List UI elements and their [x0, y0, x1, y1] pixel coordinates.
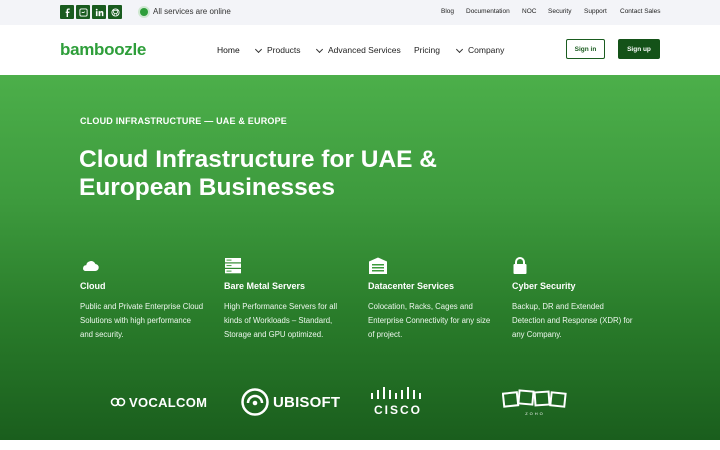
- feature-title: Cyber Security: [512, 281, 576, 291]
- feature-cloud[interactable]: Cloud Public and Private Enterprise Clou…: [80, 257, 205, 342]
- topbar-link-contact-sales[interactable]: Contact Sales: [620, 7, 660, 17]
- sign-up-button[interactable]: Sign up: [618, 39, 660, 59]
- nav-company[interactable]: Company: [468, 44, 504, 56]
- client-logos: VOCALCOM UBISOFT CISCO ZOHO: [0, 382, 720, 422]
- feature-description: Backup, DR and Extended Detection and Re…: [512, 302, 633, 339]
- topbar-link-security[interactable]: Security: [548, 7, 571, 17]
- twitter-icon[interactable]: [76, 5, 90, 19]
- utility-bar: All services are online Blog Documentati…: [0, 0, 720, 25]
- chevron-down-icon: [254, 45, 263, 54]
- vocalcom-logo: VOCALCOM: [110, 382, 207, 422]
- brand-logo[interactable]: bamboozle: [60, 40, 146, 60]
- feature-datacenter[interactable]: Datacenter Services Colocation, Racks, C…: [368, 257, 493, 342]
- feature-cyber-security[interactable]: Cyber Security Backup, DR and Extended D…: [512, 257, 637, 342]
- topbar-link-documentation[interactable]: Documentation: [466, 7, 510, 17]
- linkedin-icon[interactable]: [92, 5, 106, 19]
- hero-section: CLOUD INFRASTRUCTURE — UAE & EUROPE Clou…: [0, 75, 720, 440]
- nav-home[interactable]: Home: [217, 44, 240, 56]
- service-status: All services are online: [140, 6, 231, 18]
- feature-description: Public and Private Enterprise Cloud Solu…: [80, 302, 204, 339]
- ubisoft-logo: UBISOFT: [241, 382, 340, 422]
- status-online-icon: [140, 8, 148, 16]
- nav-advanced-services[interactable]: Advanced Services: [328, 44, 401, 56]
- feature-bare-metal[interactable]: Bare Metal Servers High Performance Serv…: [224, 257, 349, 342]
- sign-in-button[interactable]: Sign in: [566, 39, 605, 59]
- cloud-icon: [80, 257, 100, 275]
- nav-products[interactable]: Products: [267, 44, 301, 56]
- topbar-link-blog[interactable]: Blog: [441, 7, 454, 17]
- main-header: bamboozle Home Products Advanced Service…: [0, 25, 720, 75]
- page-bottom: [0, 440, 720, 450]
- feature-title: Datacenter Services: [368, 281, 455, 291]
- nav-pricing[interactable]: Pricing: [414, 44, 440, 56]
- feature-title: Cloud: [80, 281, 106, 291]
- server-icon: [224, 257, 244, 275]
- topbar-link-noc[interactable]: NOC: [522, 7, 536, 17]
- github-icon[interactable]: [108, 5, 122, 19]
- feature-description: Colocation, Racks, Cages and Enterprise …: [368, 302, 491, 339]
- zoho-logo: ZOHO: [502, 382, 568, 422]
- cisco-logo: CISCO: [370, 382, 426, 422]
- status-text: All services are online: [153, 7, 231, 16]
- hero-eyebrow: CLOUD INFRASTRUCTURE — UAE & EUROPE: [80, 116, 288, 126]
- datacenter-icon: [368, 257, 388, 275]
- facebook-icon[interactable]: [60, 5, 74, 19]
- feature-title: Bare Metal Servers: [224, 281, 306, 291]
- chevron-down-icon: [455, 45, 464, 54]
- lock-icon: [512, 257, 532, 275]
- chevron-down-icon: [315, 45, 324, 54]
- feature-description: High Performance Servers for all kinds o…: [224, 302, 338, 339]
- topbar-link-support[interactable]: Support: [584, 7, 607, 17]
- hero-title: Cloud Infrastructure for UAE & European …: [79, 146, 437, 201]
